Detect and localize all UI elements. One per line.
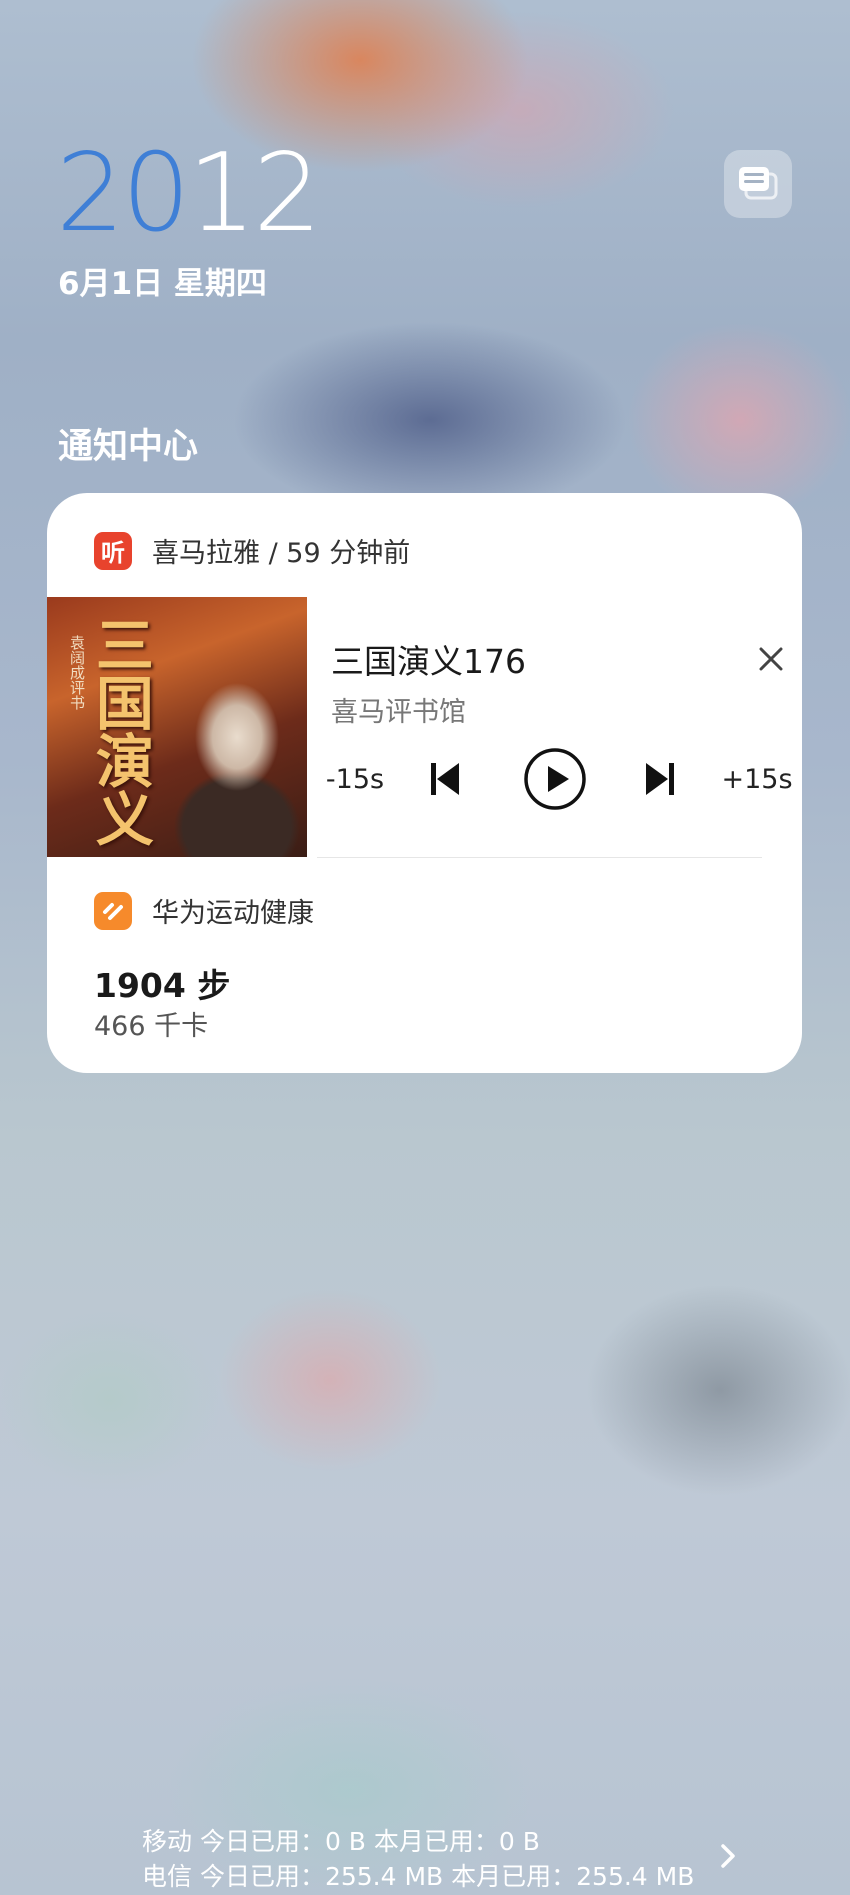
close-icon	[759, 647, 783, 671]
rewind-label: -15s	[325, 763, 385, 795]
clock-hours: 20	[56, 131, 190, 256]
play-button[interactable]	[522, 746, 588, 812]
media-app-header[interactable]: 听 喜马拉雅 / 59 分钟前	[94, 531, 410, 570]
previous-button[interactable]	[421, 755, 469, 803]
data-usage-arrow[interactable]	[716, 1840, 740, 1876]
step-count: 1904 步	[94, 966, 231, 1005]
chevron-right-icon	[721, 1844, 735, 1868]
close-button[interactable]	[753, 641, 789, 677]
forward-label: +15s	[721, 763, 793, 795]
clock-minutes: 12	[187, 131, 321, 256]
data-usage-mobile: 移动 今日已用：0 B 本月已用：0 B	[142, 1827, 540, 1856]
ximalaya-app-icon: 听	[94, 531, 132, 570]
play-icon	[524, 748, 586, 810]
ximalaya-icon-glyph: 听	[101, 539, 125, 567]
cards-icon	[739, 167, 778, 200]
track-title: 三国演义176	[331, 642, 526, 681]
health-app-name: 华为运动健康	[152, 898, 314, 929]
cover-subtitle: 袁阔成评书	[68, 635, 86, 710]
next-button[interactable]	[636, 755, 684, 803]
lockscreen-clock: 2012	[56, 140, 322, 248]
album-cover[interactable]: 袁阔成评书 三国演义	[47, 597, 307, 857]
data-usage-telecom: 电信 今日已用：255.4 MB 本月已用：255.4 MB	[142, 1862, 695, 1891]
rewind-15-button[interactable]: -15s	[315, 755, 395, 803]
health-app-header[interactable]: 华为运动健康	[94, 891, 314, 930]
track-artist: 喜马评书馆	[331, 697, 466, 728]
previous-icon	[431, 763, 459, 795]
notification-card: 听 喜马拉雅 / 59 分钟前 袁阔成评书 三国演义 三国演义176 喜马评书馆…	[47, 493, 802, 1073]
data-usage-info[interactable]: 移动 今日已用：0 B 本月已用：0 B 电信 今日已用：255.4 MB 本月…	[142, 1824, 694, 1894]
calorie-count: 466 千卡	[94, 1011, 209, 1042]
forward-15-button[interactable]: +15s	[717, 755, 797, 803]
next-icon	[646, 763, 674, 795]
cover-title: 三国演义	[85, 615, 154, 847]
huawei-health-app-icon	[94, 891, 132, 930]
divider	[317, 857, 762, 858]
notification-center-title: 通知中心	[58, 427, 199, 467]
card-switch-button[interactable]	[724, 150, 792, 218]
lockscreen-date: 6月1日 星期四	[58, 266, 267, 302]
media-app-name: 喜马拉雅 / 59 分钟前	[152, 538, 411, 569]
health-icon	[103, 902, 123, 920]
